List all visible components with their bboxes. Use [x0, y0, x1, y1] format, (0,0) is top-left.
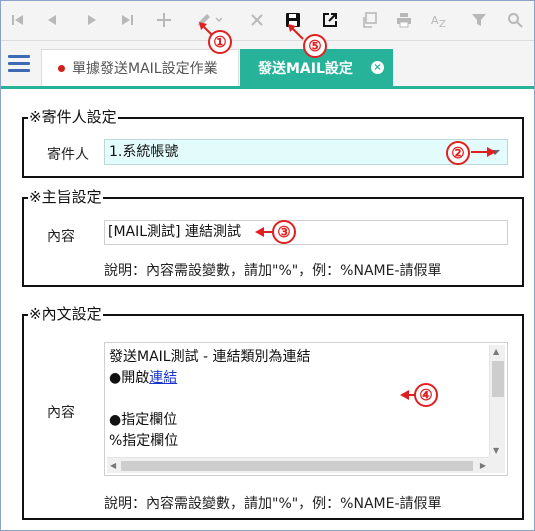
scroll-up-icon[interactable]: ▲ [493, 347, 499, 356]
editor-line: %指定欄位 [109, 433, 179, 449]
open-external-icon[interactable] [319, 9, 341, 31]
copy-icon[interactable] [358, 9, 380, 31]
toolbar: AZ [1, 1, 534, 41]
section-legend: ※寄件人設定 [28, 108, 118, 126]
tab-label: 單據發送MAIL設定作業 [72, 61, 218, 77]
close-tab-icon[interactable]: × [370, 61, 384, 74]
scroll-right-icon[interactable]: ▶ [480, 461, 486, 470]
print-icon[interactable] [393, 9, 415, 31]
subject-content-label: 內容 [47, 229, 75, 245]
scroll-down-icon[interactable]: ▼ [493, 446, 499, 455]
tab-label: 發送MAIL設定 [258, 60, 353, 77]
last-record-icon[interactable] [116, 9, 138, 31]
sender-label: 寄件人 [47, 147, 89, 163]
body-help-note: 說明：內容需設變數，請加"%"，例：%NAME-請假單 [104, 496, 442, 512]
editor-line: 發送MAIL測試 - 連結類別為連結 [109, 349, 311, 365]
filter-icon[interactable] [468, 9, 490, 31]
marker-3: ③ [272, 220, 296, 244]
vertical-scrollbar[interactable]: ▲ ▼ [489, 345, 505, 457]
subject-help-note: 說明：內容需設變數，請加"%"，例：%NAME-請假單 [104, 263, 442, 279]
delete-icon[interactable] [246, 9, 268, 31]
next-record-icon[interactable] [81, 9, 103, 31]
menu-icon[interactable] [8, 55, 30, 73]
unsaved-dot-icon [58, 64, 65, 72]
sort-icon[interactable]: AZ [429, 9, 451, 31]
marker-3-arrow [255, 227, 273, 237]
body-editor[interactable]: 發送MAIL測試 - 連結類別為連結 ●開啟連結 ●指定欄位 %指定欄位 ▲ ▼… [104, 342, 508, 476]
body-content-label: 內容 [47, 405, 75, 421]
horizontal-scrollbar[interactable]: ◀ ▶ [107, 457, 489, 473]
subject-input[interactable]: [MAIL測試] 連結測試 [104, 220, 508, 245]
scroll-thumb[interactable] [121, 461, 473, 471]
editor-line: ●開啟連結 [109, 368, 311, 389]
sender-selected-value: 1.系統帳號 [109, 144, 179, 160]
scroll-corner [489, 457, 505, 473]
svg-text:Z: Z [439, 19, 446, 28]
scroll-thumb[interactable] [492, 361, 504, 397]
search-icon[interactable] [504, 9, 526, 31]
marker-2-arrow [471, 147, 496, 157]
tab-bar: 單據發送MAIL設定作業 發送MAIL設定 × [1, 41, 534, 89]
scroll-left-icon[interactable]: ◀ [110, 461, 116, 470]
add-icon[interactable] [153, 9, 175, 31]
marker-4: ④ [414, 383, 438, 407]
bullet-text: ●開啟 [109, 370, 150, 386]
section-legend: ※內文設定 [28, 305, 103, 323]
subject-value: [MAIL測試] 連結測試 [108, 224, 241, 240]
first-record-icon[interactable] [7, 9, 29, 31]
section-legend: ※主旨設定 [28, 188, 103, 206]
editor-line: ●指定欄位 [109, 412, 178, 428]
marker-5: ⑤ [303, 34, 327, 58]
link-text[interactable]: 連結 [149, 370, 177, 386]
editor-content[interactable]: 發送MAIL測試 - 連結類別為連結 ●開啟連結 ●指定欄位 %指定欄位 [109, 347, 311, 452]
marker-2: ② [446, 141, 470, 165]
svg-text:A: A [431, 14, 439, 27]
marker-1: ① [208, 30, 232, 54]
tab-mail-settings-job[interactable]: 單據發送MAIL設定作業 [41, 49, 239, 86]
previous-record-icon[interactable] [41, 9, 63, 31]
